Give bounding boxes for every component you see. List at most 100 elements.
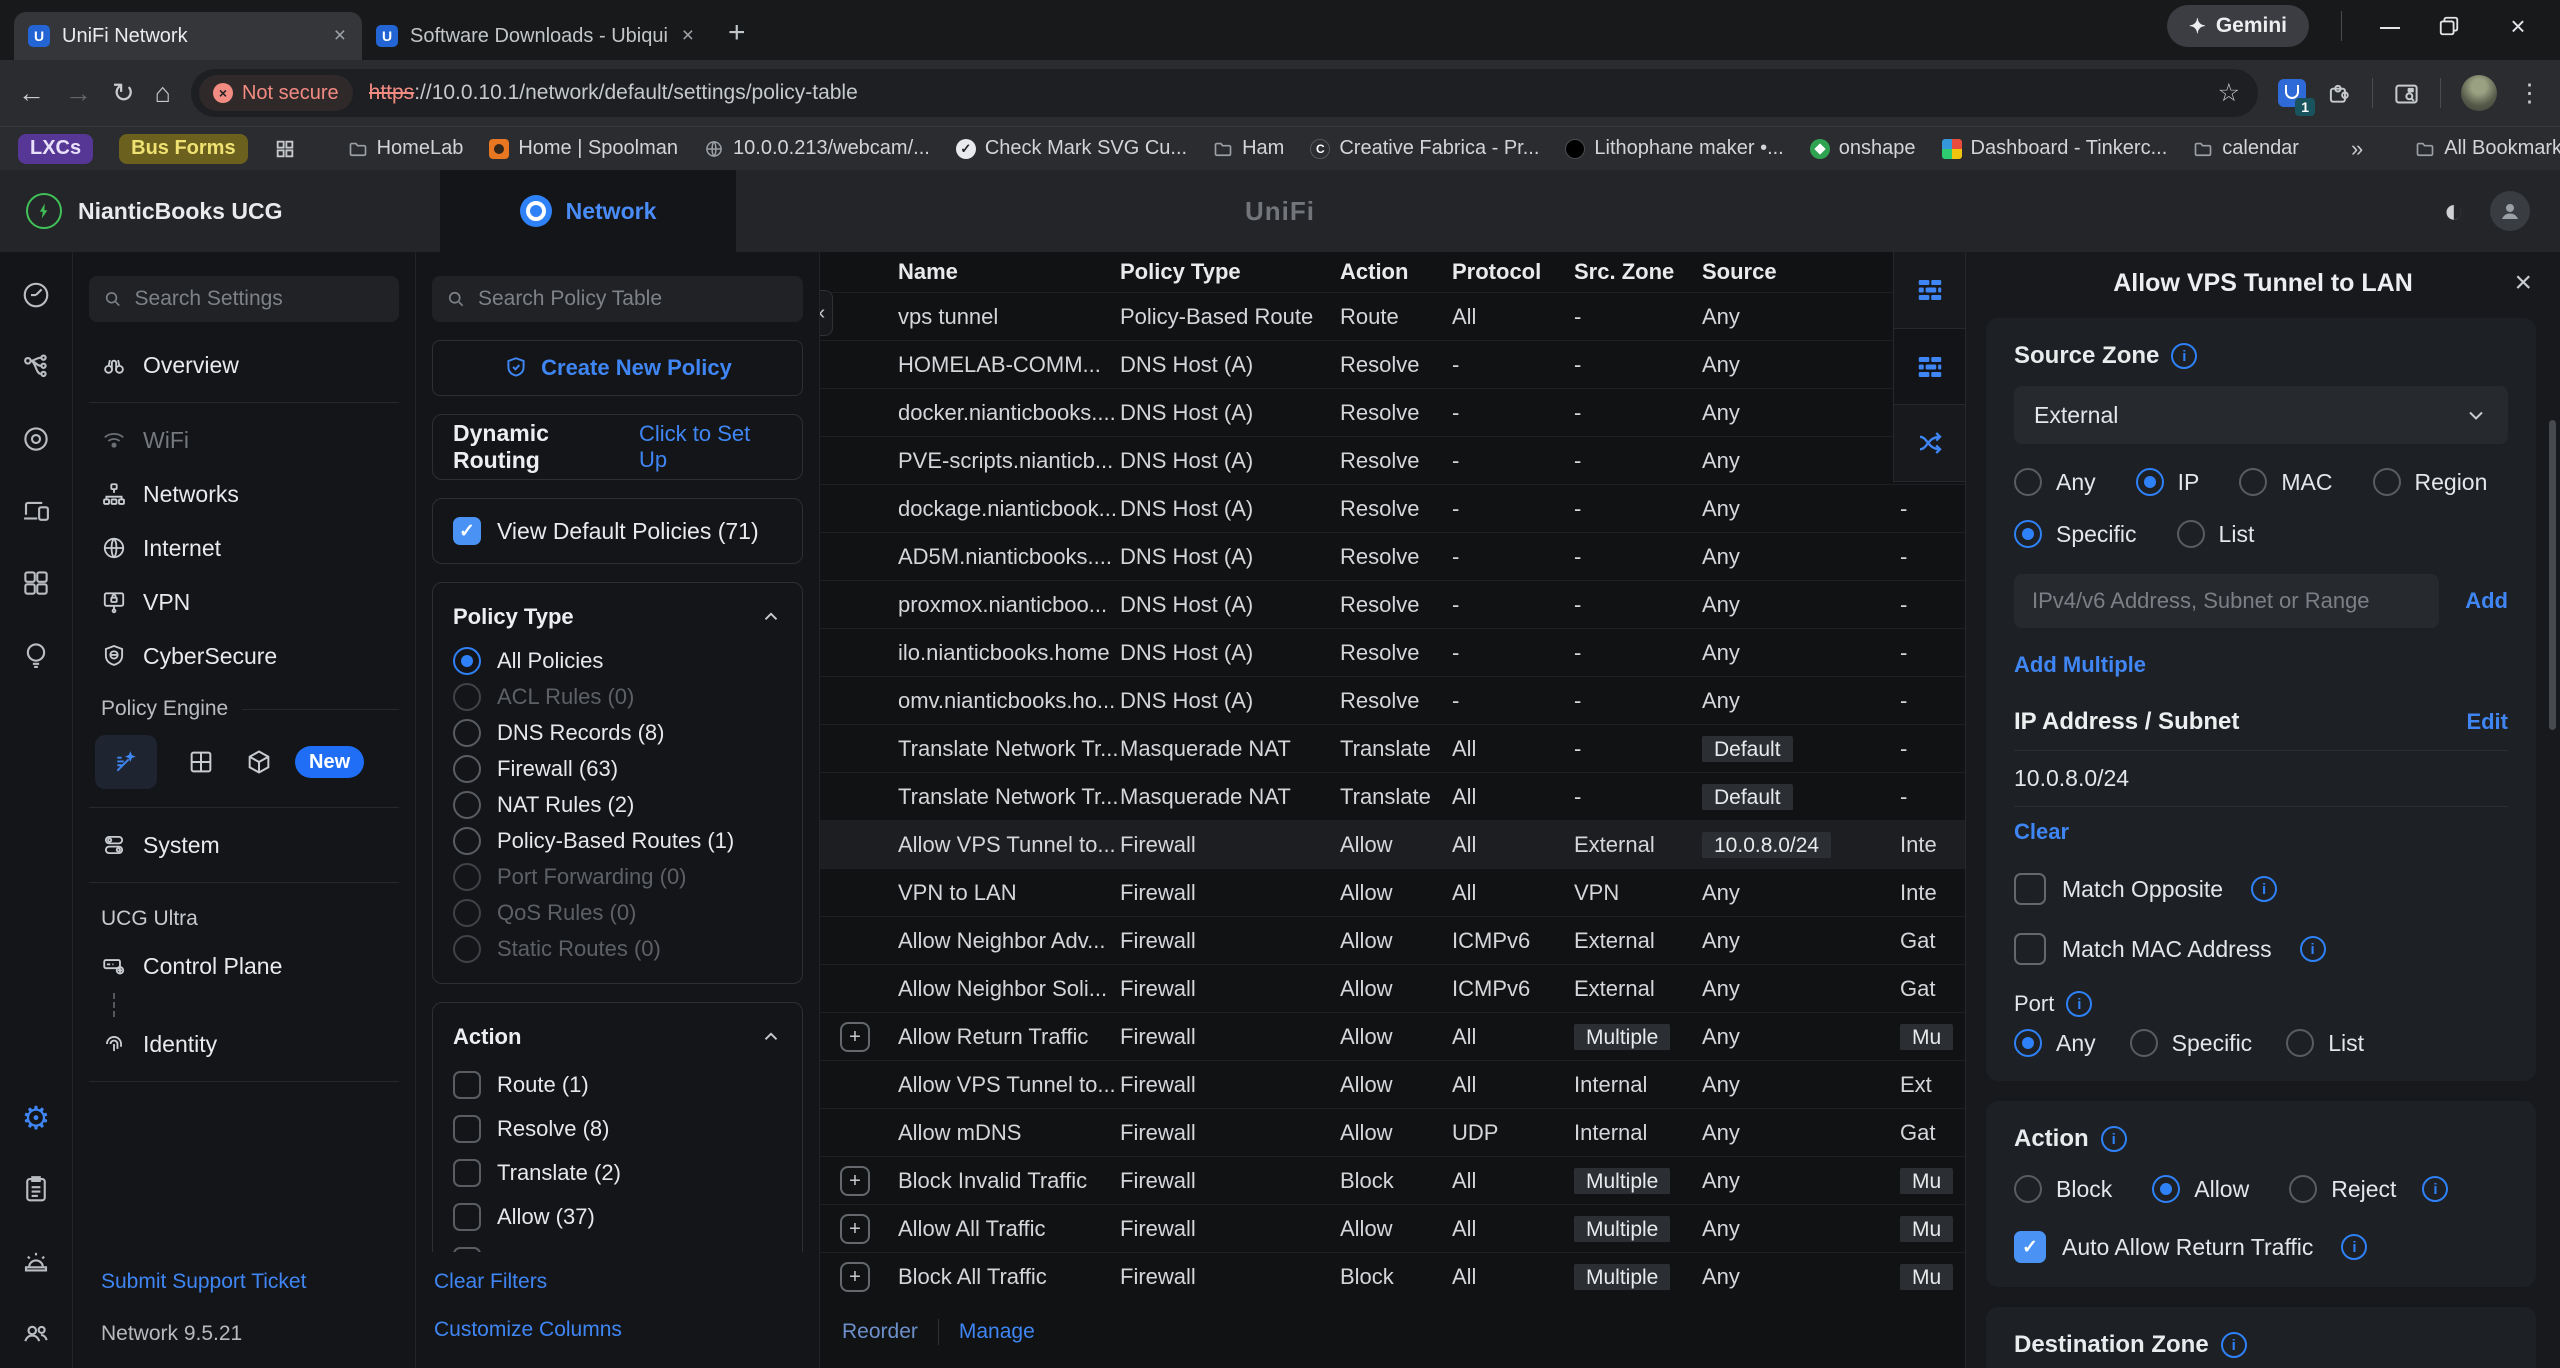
firewall-view-button[interactable] — [1894, 252, 1965, 329]
view-default-checkbox[interactable] — [453, 517, 481, 545]
bookmarks-overflow-icon[interactable]: » — [2351, 136, 2363, 162]
policy-grid-button[interactable] — [187, 748, 215, 776]
extensions-puzzle-icon[interactable] — [2326, 80, 2352, 106]
table-row[interactable]: dockage.nianticbook... DNS Host (A) Reso… — [820, 484, 1965, 532]
clear-link[interactable]: Clear — [2014, 819, 2508, 845]
tab-groups-icon[interactable] — [274, 138, 296, 160]
panel-scrollbar[interactable] — [2549, 420, 2556, 730]
browser-menu-icon[interactable]: ⋮ — [2517, 78, 2542, 108]
radio-specific[interactable]: Specific — [2014, 520, 2137, 548]
action-filter-option[interactable]: Translate (2) — [453, 1151, 782, 1195]
dashboard-icon[interactable] — [21, 280, 51, 310]
site-switcher[interactable]: NianticBooks UCG — [0, 170, 440, 252]
edit-link[interactable]: Edit — [2466, 709, 2508, 735]
table-row[interactable]: Translate Network Tr... Masquerade NAT T… — [820, 724, 1965, 772]
auto-allow-return-row[interactable]: Auto Allow Return Traffic — [2014, 1231, 2508, 1263]
table-row[interactable]: Allow mDNS Firewall Allow UDP Internal A… — [820, 1108, 1965, 1156]
topology-icon[interactable] — [21, 352, 51, 382]
nav-item-wifi[interactable]: WiFi — [89, 413, 399, 467]
info-icon[interactable] — [2171, 343, 2197, 369]
back-button[interactable]: ← — [18, 80, 45, 107]
system-log-icon[interactable] — [21, 1174, 51, 1204]
notifications-icon[interactable] — [21, 1246, 51, 1276]
table-row[interactable]: HOMELAB-COMM... DNS Host (A) Resolve - -… — [820, 340, 1965, 388]
table-row[interactable]: Allow VPS Tunnel to... Firewall Allow Al… — [820, 820, 1965, 868]
firewall-zones-button[interactable] — [1894, 329, 1965, 406]
theme-toggle-icon[interactable]: ◐ — [2443, 194, 2464, 228]
table-row[interactable]: vps tunnel Policy-Based Route Route All … — [820, 292, 1965, 340]
column-protocol[interactable]: Protocol — [1452, 259, 1574, 285]
action-filter-option[interactable]: Allow (37) — [453, 1195, 782, 1239]
policy-type-option[interactable]: Static Routes (0) — [453, 931, 782, 967]
nav-item-overview[interactable]: Overview — [89, 338, 399, 392]
new-tab-button[interactable]: + — [728, 18, 746, 48]
chevron-up-icon[interactable] — [760, 606, 782, 628]
customize-columns-link[interactable]: Customize Columns — [434, 1318, 801, 1342]
close-tab-icon[interactable]: × — [332, 24, 348, 48]
radio-ip[interactable]: IP — [2136, 468, 2200, 496]
bookmark-homelab[interactable]: HomeLab — [348, 137, 464, 160]
bookmark-calendar[interactable]: calendar — [2193, 137, 2299, 160]
bookmark-lithophane[interactable]: Lithophane maker •... — [1565, 137, 1783, 160]
info-icon[interactable] — [2221, 1332, 2247, 1358]
reorder-link[interactable]: Reorder — [842, 1320, 918, 1344]
bookmark-check-mark-svg[interactable]: ✓ Check Mark SVG Cu... — [956, 137, 1187, 160]
view-default-policies-card[interactable]: View Default Policies (71) — [432, 498, 803, 564]
all-bookmarks-button[interactable]: All Bookmarks — [2415, 137, 2560, 160]
radio-region[interactable]: Region — [2373, 468, 2488, 496]
info-icon[interactable] — [2101, 1126, 2127, 1152]
bookmark-lxcs[interactable]: LXCs — [18, 134, 93, 164]
nav-item-internet[interactable]: Internet — [89, 521, 399, 575]
tab-unifi-network[interactable]: U UniFi Network × — [14, 12, 362, 60]
nav-item-networks[interactable]: Networks — [89, 467, 399, 521]
expand-row-button[interactable]: + — [840, 1214, 870, 1244]
policy-type-option[interactable]: ACL Rules (0) — [453, 679, 782, 715]
manage-link[interactable]: Manage — [959, 1320, 1035, 1344]
info-icon[interactable] — [2066, 991, 2092, 1017]
radio-mac[interactable]: MAC — [2239, 468, 2332, 496]
nav-item-system[interactable]: System — [89, 818, 399, 872]
close-panel-icon[interactable]: × — [2514, 268, 2532, 298]
ip-address-input[interactable] — [2014, 574, 2439, 628]
match-opposite-row[interactable]: Match Opposite — [2014, 873, 2508, 905]
unifi-devices-icon[interactable] — [21, 424, 51, 454]
password-extension-icon[interactable]: 1 — [2278, 79, 2306, 107]
add-button[interactable]: Add — [2465, 588, 2508, 614]
radio-specific[interactable]: Specific — [2130, 1029, 2253, 1057]
nav-item-identity[interactable]: Identity — [89, 1017, 399, 1071]
table-row[interactable]: + Block All Traffic Firewall Block All M… — [820, 1252, 1965, 1300]
insights-icon[interactable] — [21, 640, 51, 670]
settings-search-input[interactable] — [135, 287, 385, 311]
table-row[interactable]: Translate Network Tr... Masquerade NAT T… — [820, 772, 1965, 820]
clear-filters-link[interactable]: Clear Filters — [434, 1270, 801, 1294]
column-action[interactable]: Action — [1340, 259, 1452, 285]
radio-any[interactable]: Any — [2014, 468, 2096, 496]
expand-row-button[interactable]: + — [840, 1022, 870, 1052]
table-row[interactable]: proxmox.nianticboo... DNS Host (A) Resol… — [820, 580, 1965, 628]
table-row[interactable]: + Block Invalid Traffic Firewall Block A… — [820, 1156, 1965, 1204]
bookmark-star-icon[interactable]: ☆ — [2218, 78, 2240, 108]
radio-reject[interactable]: Reject — [2289, 1175, 2448, 1203]
routes-view-button[interactable] — [1894, 405, 1965, 482]
bookmark-tinkercad[interactable]: Dashboard - Tinkerc... — [1942, 137, 2168, 160]
radio-block[interactable]: Block — [2014, 1175, 2112, 1203]
column-source[interactable]: Source — [1702, 259, 1900, 285]
table-row[interactable]: Allow Neighbor Soli... Firewall Allow IC… — [820, 964, 1965, 1012]
nav-item-cybersecure[interactable]: CyberSecure — [89, 629, 399, 683]
admins-icon[interactable] — [21, 1318, 51, 1348]
create-new-policy-button[interactable]: Create New Policy — [432, 340, 803, 396]
table-row[interactable]: VPN to LAN Firewall Allow All VPN Any In… — [820, 868, 1965, 916]
settings-search[interactable] — [89, 276, 399, 322]
restore-button[interactable] — [2438, 15, 2470, 37]
expand-row-button[interactable]: + — [840, 1262, 870, 1292]
tab-software-downloads[interactable]: U Software Downloads - Ubiquiti × — [362, 12, 710, 60]
info-icon[interactable] — [2422, 1176, 2448, 1202]
bookmark-creative-fabrica[interactable]: C Creative Fabrica - Pr... — [1310, 137, 1539, 160]
account-avatar[interactable] — [2490, 191, 2530, 231]
client-devices-icon[interactable] — [21, 496, 51, 526]
policy-type-option[interactable]: Policy-Based Routes (1) — [453, 823, 782, 859]
gemini-button[interactable]: ✦ Gemini — [2167, 5, 2309, 47]
close-tab-icon[interactable]: × — [680, 24, 696, 48]
table-row[interactable]: AD5M.nianticbooks.... DNS Host (A) Resol… — [820, 532, 1965, 580]
tab-network[interactable]: Network — [440, 170, 736, 252]
